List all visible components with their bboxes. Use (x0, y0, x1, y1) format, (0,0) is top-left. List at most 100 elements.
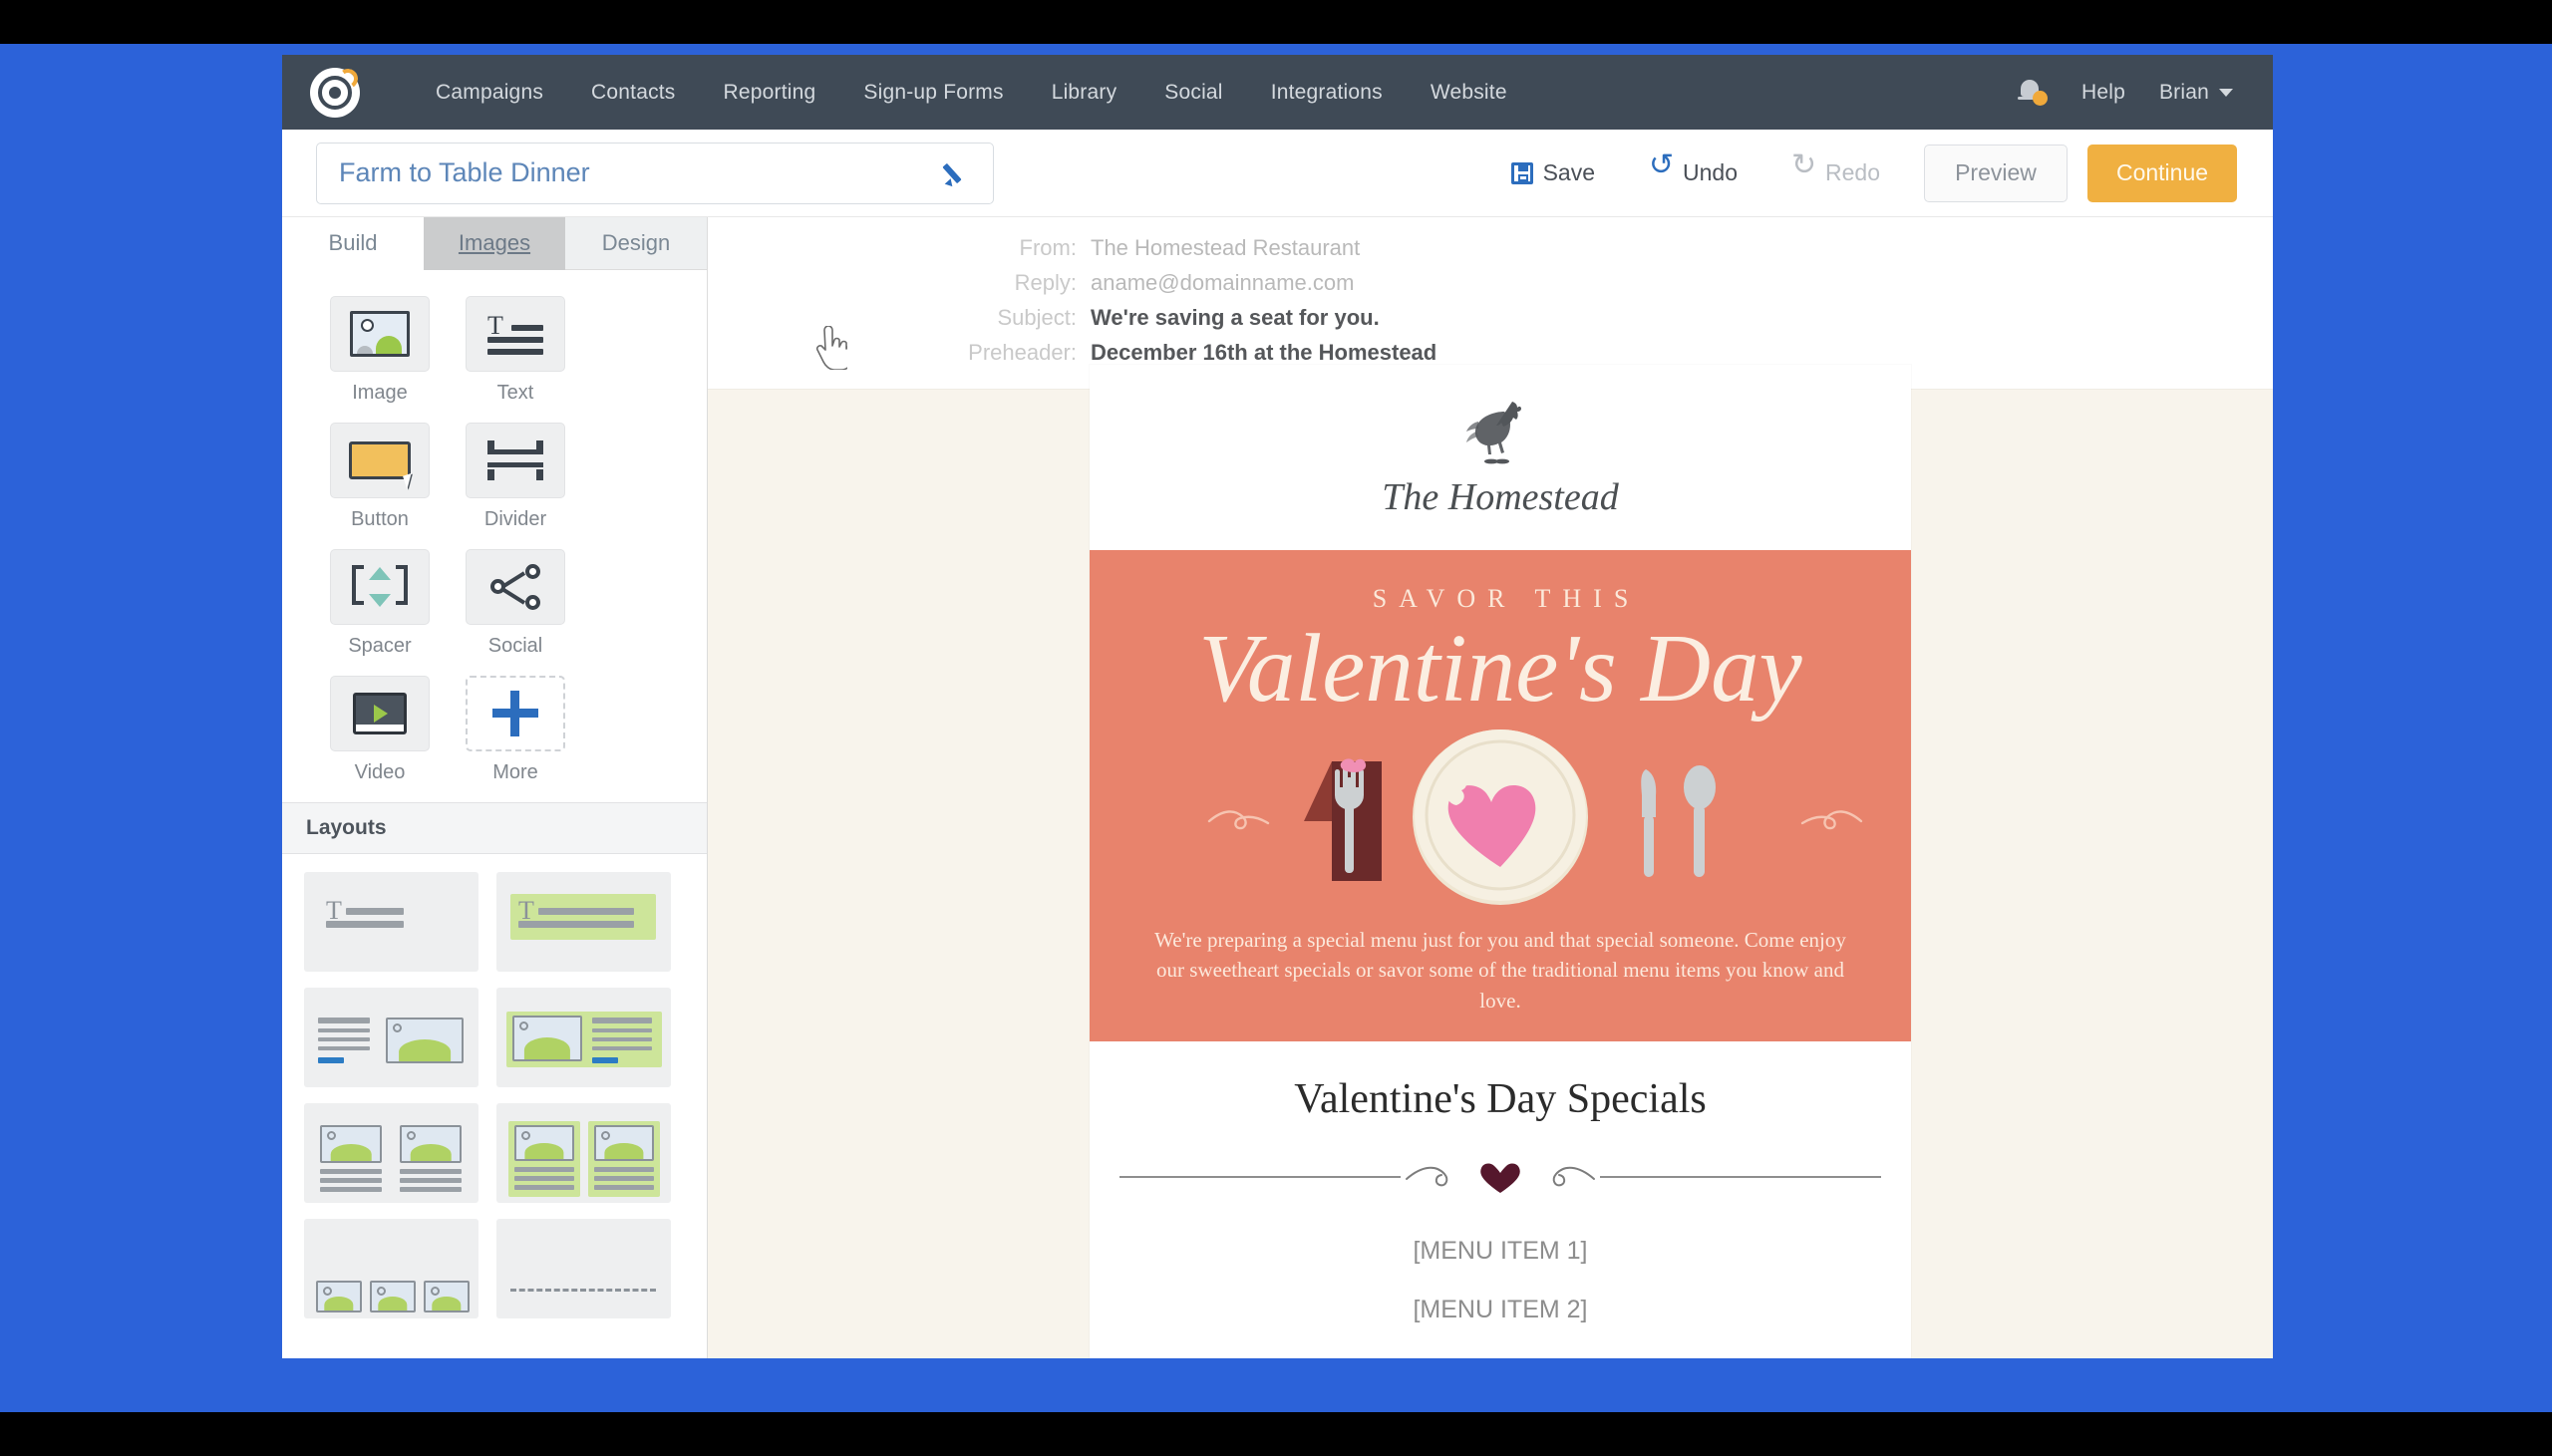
rooster-icon (1464, 396, 1536, 473)
user-menu[interactable]: Brian (2159, 81, 2233, 105)
block-more[interactable]: More (456, 676, 575, 784)
campaign-title-field[interactable]: Farm to Table Dinner (316, 143, 994, 204)
nav-right-cluster: Help Brian (2018, 78, 2273, 108)
meta-row-subject: Subject: We're saving a seat for you. (708, 305, 2273, 331)
place-setting-with-heart-plate-icon (1090, 726, 1911, 915)
video-block-icon (330, 676, 430, 751)
save-label: Save (1543, 159, 1595, 186)
layouts-grid: T T (282, 854, 707, 1318)
block-divider-label: Divider (484, 508, 546, 531)
layout-dashed[interactable] (496, 1219, 671, 1318)
sidebar-tabs: Build Images Design (282, 217, 707, 270)
screen: Campaigns Contacts Reporting Sign-up For… (0, 0, 2552, 1456)
workspace: Build Images Design Image T (282, 217, 2273, 1358)
email-preview: The Homestead SAVOR THIS Valentine's Day (1090, 365, 1911, 1358)
application-window: Campaigns Contacts Reporting Sign-up For… (282, 55, 2273, 1358)
user-name-label: Brian (2159, 81, 2209, 105)
nav-item-library[interactable]: Library (1028, 81, 1141, 105)
meta-row-reply: Reply: aname@domainname.com (708, 270, 2273, 296)
save-button[interactable]: Save (1483, 159, 1623, 186)
block-social-label: Social (488, 635, 542, 658)
campaign-title-value: Farm to Table Dinner (339, 157, 945, 188)
meta-value-reply[interactable]: aname@domainname.com (1091, 270, 1354, 296)
bell-icon[interactable] (2018, 78, 2048, 108)
block-spacer-label: Spacer (348, 635, 411, 658)
menu-item[interactable]: [MENU ITEM 3] (1090, 1354, 1911, 1358)
nav-item-help[interactable]: Help (2081, 81, 2125, 105)
meta-label-reply: Reply: (708, 270, 1091, 296)
nav-item-campaigns[interactable]: Campaigns (412, 81, 567, 105)
preview-button[interactable]: Preview (1924, 145, 2068, 202)
menu-item[interactable]: [MENU ITEM 1] (1090, 1237, 1911, 1266)
layout-image-left-text-highlight[interactable] (496, 988, 671, 1087)
meta-label-preheader: Preheader: (708, 340, 1091, 366)
undo-label: Undo (1683, 159, 1738, 186)
tab-design-label: Design (602, 230, 670, 256)
floppy-disk-icon (1511, 162, 1533, 184)
social-block-icon (466, 549, 565, 625)
email-hero-block[interactable]: SAVOR THIS Valentine's Day (1090, 550, 1911, 1041)
tab-design[interactable]: Design (565, 217, 707, 270)
block-spacer[interactable]: Spacer (320, 549, 440, 658)
nav-item-contacts[interactable]: Contacts (567, 81, 699, 105)
block-image-label: Image (352, 382, 408, 405)
meta-value-subject[interactable]: We're saving a seat for you. (1091, 305, 1380, 331)
hero-body-copy: We're preparing a special menu just for … (1090, 925, 1911, 1016)
block-image[interactable]: Image (320, 296, 440, 405)
email-specials-block[interactable]: Valentine's Day Specials [MENU ITE (1090, 1041, 1911, 1358)
meta-row-preheader: Preheader: December 16th at the Homestea… (708, 340, 2273, 366)
redo-button[interactable]: Redo (1765, 159, 1908, 186)
hero-headline: Valentine's Day (1090, 618, 1911, 720)
block-more-label: More (492, 761, 538, 784)
layout-three-column-image[interactable] (304, 1219, 478, 1318)
builder-sidebar: Build Images Design Image T (282, 217, 708, 1358)
block-palette: Image T Text (282, 270, 707, 802)
editor-toolbar: Farm to Table Dinner Save Undo Redo Prev… (282, 130, 2273, 217)
meta-label-subject: Subject: (708, 305, 1091, 331)
block-text[interactable]: T Text (456, 296, 575, 405)
constant-contact-logo-icon[interactable] (310, 68, 360, 118)
layout-text-image-right[interactable] (304, 988, 478, 1087)
meta-label-from: From: (708, 235, 1091, 261)
nav-item-website[interactable]: Website (1407, 81, 1531, 105)
undo-button[interactable]: Undo (1623, 159, 1765, 186)
meta-row-from: From: The Homestead Restaurant (708, 235, 2273, 261)
nav-item-reporting[interactable]: Reporting (700, 81, 840, 105)
block-text-label: Text (497, 382, 534, 405)
tab-build[interactable]: Build (282, 217, 424, 270)
tab-build-label: Build (329, 230, 378, 256)
image-block-icon (330, 296, 430, 372)
block-button-label: Button (351, 508, 409, 531)
nav-item-integrations[interactable]: Integrations (1247, 81, 1407, 105)
nav-item-sign-up-forms[interactable]: Sign-up Forms (839, 81, 1027, 105)
top-navigation-bar: Campaigns Contacts Reporting Sign-up For… (282, 55, 2273, 130)
spacer-block-icon (330, 549, 430, 625)
pencil-icon[interactable] (945, 160, 971, 186)
redo-label: Redo (1825, 159, 1880, 186)
layout-text-highlight[interactable]: T (496, 872, 671, 972)
layout-two-column-image-text[interactable] (304, 1103, 478, 1203)
specials-title: Valentine's Day Specials (1090, 1075, 1911, 1123)
block-divider[interactable]: Divider (456, 423, 575, 531)
redo-arrow-icon (1793, 162, 1815, 184)
hero-eyebrow: SAVOR THIS (1090, 584, 1911, 614)
layout-text-plain[interactable]: T (304, 872, 478, 972)
layout-two-column-image-text-highlight[interactable] (496, 1103, 671, 1203)
block-social[interactable]: Social (456, 549, 575, 658)
nav-item-social[interactable]: Social (1140, 81, 1246, 105)
heart-flourish-divider-icon (1090, 1157, 1911, 1197)
text-block-icon: T (466, 296, 565, 372)
divider-block-icon (466, 423, 565, 498)
tab-images[interactable]: Images (424, 217, 565, 270)
menu-item[interactable]: [MENU ITEM 2] (1090, 1296, 1911, 1324)
meta-value-from[interactable]: The Homestead Restaurant (1091, 235, 1360, 261)
block-button[interactable]: Button (320, 423, 440, 531)
email-logo-block[interactable]: The Homestead (1090, 365, 1911, 550)
continue-button[interactable]: Continue (2087, 145, 2237, 202)
undo-arrow-icon (1651, 162, 1673, 184)
tab-images-label: Images (459, 230, 530, 256)
meta-value-preheader[interactable]: December 16th at the Homestead (1091, 340, 1436, 366)
toolbar-actions: Save Undo Redo Preview Continue (1483, 145, 2237, 202)
primary-nav-links: Campaigns Contacts Reporting Sign-up For… (412, 81, 1531, 105)
block-video[interactable]: Video (320, 676, 440, 784)
